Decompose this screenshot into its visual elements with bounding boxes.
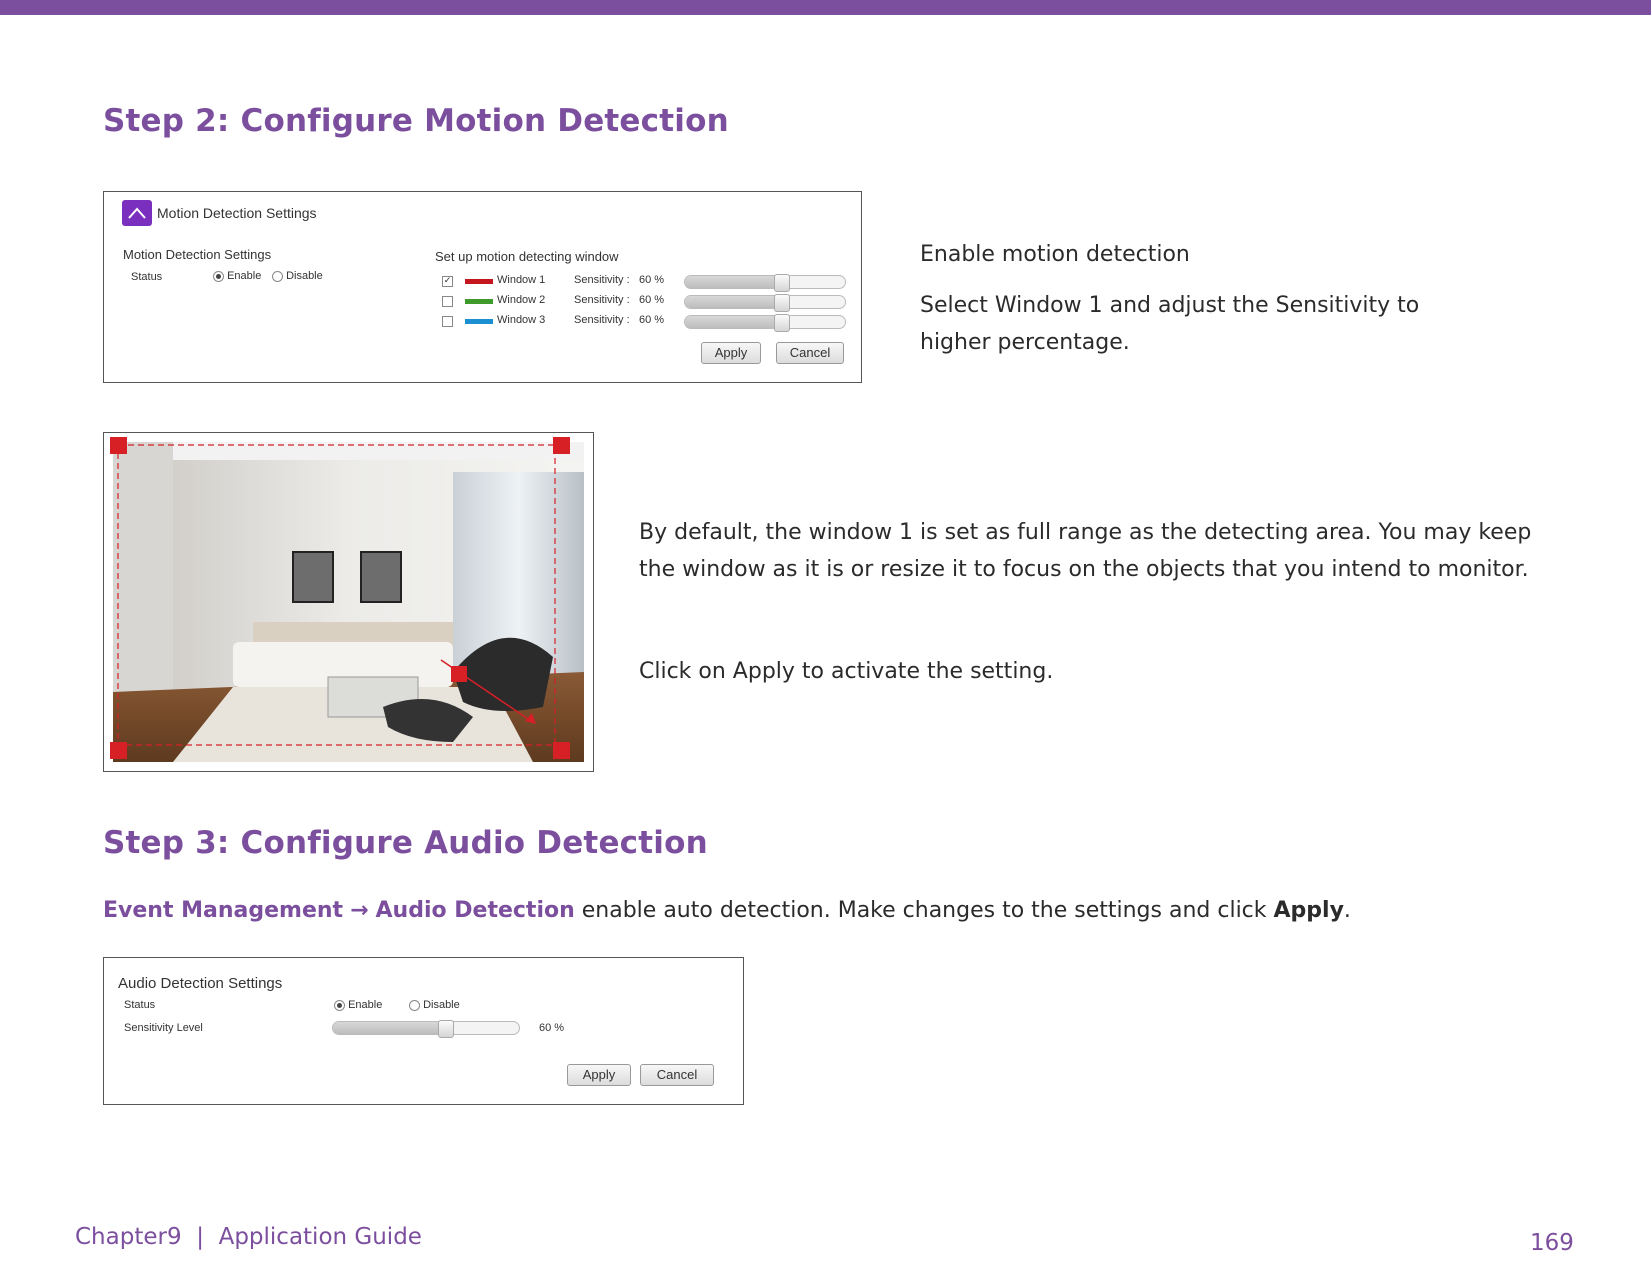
audio-status-label: Status xyxy=(124,999,156,1011)
audio-apply-button[interactable]: Apply xyxy=(567,1064,631,1086)
window2-checkbox[interactable] xyxy=(442,296,453,307)
radio-enable-icon xyxy=(334,999,345,1011)
window3-color-swatch xyxy=(465,319,493,324)
slider-knob[interactable] xyxy=(774,294,790,312)
resize-handle-top-right[interactable] xyxy=(553,437,570,454)
slider-knob[interactable] xyxy=(437,1020,454,1038)
note-default-line2: the window as it is or resize it to focu… xyxy=(639,557,1529,582)
window2-sensitivity-slider[interactable] xyxy=(684,294,846,312)
note-select-line1: Select Window 1 and adjust the Sensitivi… xyxy=(920,293,1420,318)
step3-heading: Step 3: Configure Audio Detection xyxy=(103,825,708,861)
audio-disable-label: Disable xyxy=(423,999,460,1011)
path-audio-detection: Audio Detection xyxy=(375,898,575,923)
slider-fill xyxy=(333,1022,445,1034)
instruction-text: enable auto detection. Make changes to t… xyxy=(574,898,1274,923)
window2-sensitivity-label: Sensitivity : xyxy=(574,294,630,306)
window1-label: Window 1 xyxy=(497,274,546,286)
audio-panel-title: Audio Detection Settings xyxy=(118,975,283,992)
window2-color-swatch xyxy=(465,299,493,304)
window2-label: Window 2 xyxy=(497,294,546,306)
step2-heading: Step 2: Configure Motion Detection xyxy=(103,103,729,139)
window-setup-label: Set up motion detecting window xyxy=(435,249,619,264)
resize-handle-drag[interactable] xyxy=(451,666,467,682)
radio-disable-icon xyxy=(409,999,420,1011)
status-disable-radio[interactable]: Disable xyxy=(272,270,323,282)
instruction-end: . xyxy=(1343,898,1351,923)
detection-window-outline xyxy=(117,444,556,746)
window3-sensitivity-label: Sensitivity : xyxy=(574,314,630,326)
slider-knob[interactable] xyxy=(774,274,790,292)
resize-handle-bottom-right[interactable] xyxy=(553,742,570,759)
window3-sensitivity-value: 60 % xyxy=(639,314,665,326)
note-select-line2: higher percentage. xyxy=(920,330,1130,355)
motion-app-icon xyxy=(122,200,152,226)
section-label: Motion Detection Settings xyxy=(123,247,272,262)
window3-label: Window 3 xyxy=(497,314,546,326)
note-enable-motion: Enable motion detection xyxy=(920,242,1190,267)
instruction-apply: Apply xyxy=(1273,898,1344,923)
audio-enable-radio[interactable]: Enable xyxy=(334,999,382,1011)
note-click-apply: Click on Apply to activate the setting. xyxy=(639,659,1054,684)
camera-preview-frame xyxy=(103,432,594,772)
motion-cancel-button[interactable]: Cancel xyxy=(776,342,844,364)
enable-label: Enable xyxy=(227,270,262,282)
audio-sensitivity-label: Sensitivity Level xyxy=(124,1022,203,1034)
slider-knob[interactable] xyxy=(774,314,790,332)
audio-instruction: Event Management → Audio Detection enabl… xyxy=(103,898,1351,923)
note-default-line1: By default, the window 1 is set as full … xyxy=(639,520,1532,545)
audio-settings-screenshot: Audio Detection Settings Status Enable D… xyxy=(103,957,744,1105)
radio-enable-icon xyxy=(213,270,224,282)
status-enable-radio[interactable]: Enable xyxy=(213,270,261,282)
path-arrow-icon: → xyxy=(350,898,369,923)
motion-settings-screenshot: Motion Detection Settings Motion Detecti… xyxy=(103,191,862,383)
radio-disable-icon xyxy=(272,270,283,282)
disable-label: Disable xyxy=(286,270,323,282)
resize-handle-top-left[interactable] xyxy=(110,437,127,454)
panel-header-title: Motion Detection Settings xyxy=(157,205,317,221)
audio-enable-label: Enable xyxy=(348,999,383,1011)
resize-handle-bottom-left[interactable] xyxy=(110,742,127,759)
window1-checkbox[interactable]: ✓ xyxy=(442,276,453,287)
window2-sensitivity-value: 60 % xyxy=(639,294,665,306)
window1-sensitivity-value: 60 % xyxy=(639,274,665,286)
window1-sensitivity-slider[interactable] xyxy=(684,274,846,292)
audio-disable-radio[interactable]: Disable xyxy=(409,999,460,1011)
window1-sensitivity-label: Sensitivity : xyxy=(574,274,630,286)
motion-apply-button[interactable]: Apply xyxy=(701,342,761,364)
window3-sensitivity-slider[interactable] xyxy=(684,314,846,332)
window3-checkbox[interactable] xyxy=(442,316,453,327)
audio-cancel-button[interactable]: Cancel xyxy=(640,1064,714,1086)
audio-sensitivity-value: 60 % xyxy=(539,1022,565,1034)
path-event-management: Event Management xyxy=(103,898,344,923)
page-number: 169 xyxy=(1530,1230,1574,1256)
top-accent-bar xyxy=(0,0,1651,15)
slider-fill xyxy=(685,276,781,288)
audio-sensitivity-slider[interactable] xyxy=(332,1020,520,1038)
slider-fill xyxy=(685,296,781,308)
footer-chapter: Chapter9 | Application Guide xyxy=(75,1224,422,1250)
status-label: Status xyxy=(131,271,163,283)
slider-fill xyxy=(685,316,781,328)
window1-color-swatch xyxy=(465,279,493,284)
